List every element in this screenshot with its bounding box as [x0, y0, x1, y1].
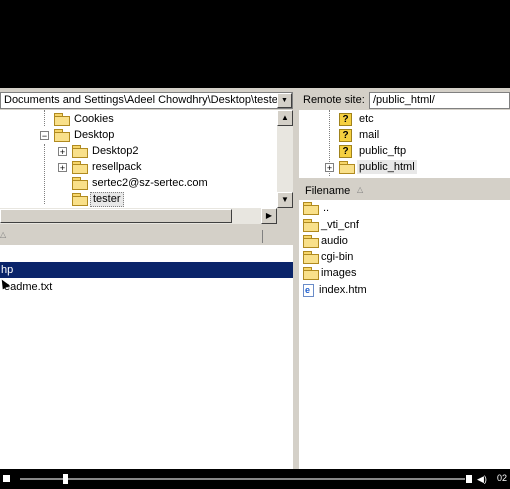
- remote-file-list: .. _vti_cnf audio cgi-bin images e index…: [299, 200, 510, 469]
- local-file-list: hp eadme.txt: [0, 245, 293, 469]
- volume-icon[interactable]: ◀): [477, 474, 487, 485]
- folder-up-icon: [303, 202, 319, 215]
- seek-thumb[interactable]: [62, 474, 68, 484]
- stop-icon[interactable]: [3, 475, 10, 482]
- expand-icon[interactable]: +: [58, 163, 67, 173]
- expand-icon[interactable]: +: [58, 147, 67, 157]
- seek-track[interactable]: [20, 478, 465, 480]
- remote-path-text: /public_html/: [373, 94, 435, 106]
- folder-icon: [303, 267, 319, 280]
- local-tree-hscrollbar[interactable]: ▶: [0, 208, 277, 224]
- folder-icon: [303, 251, 319, 264]
- hscroll-thumb[interactable]: [0, 209, 232, 223]
- folder-icon: [54, 113, 70, 126]
- tree-item-label: sertec2@sz-sertec.com: [92, 177, 208, 189]
- remote-directory-tree: ? etc ? mail ? public_ftp + public_html: [299, 110, 510, 178]
- remote-site-label: Remote site:: [303, 94, 365, 106]
- scroll-up-arrow-icon[interactable]: ▲: [277, 110, 293, 126]
- scroll-right-arrow-icon[interactable]: ▶: [261, 208, 277, 224]
- time-display: 02: [497, 473, 508, 483]
- local-file-list-header[interactable]: △: [0, 228, 293, 246]
- folder-open-icon: [339, 161, 355, 174]
- remote-tree-hscrollbar[interactable]: [299, 178, 510, 182]
- folder-icon: [303, 219, 319, 232]
- column-divider[interactable]: [262, 230, 263, 243]
- collapse-icon[interactable]: −: [40, 131, 49, 141]
- unknown-folder-icon: ?: [339, 145, 352, 158]
- tree-guide: [44, 144, 46, 204]
- expand-icon[interactable]: +: [325, 163, 334, 173]
- scroll-down-arrow-icon[interactable]: ▼: [277, 192, 293, 208]
- video-player-controls: ◀) 02: [0, 469, 510, 489]
- list-item[interactable]: hp: [0, 262, 293, 278]
- tree-item-label: tester: [90, 192, 124, 207]
- sort-arrow-icon: △: [357, 185, 364, 194]
- folder-icon: [72, 177, 88, 190]
- local-path-text: Documents and Settings\Adeel Chowdhry\De…: [4, 94, 285, 106]
- tree-guide: [44, 110, 46, 126]
- scroll-corner: [277, 208, 293, 224]
- folder-icon: [303, 235, 319, 248]
- folder-icon: [72, 161, 88, 174]
- local-directory-tree: Cookies − Desktop + Desktop2 + resellpac…: [0, 110, 277, 208]
- folder-icon: [72, 145, 88, 158]
- tree-item-label: Desktop: [74, 129, 115, 141]
- local-path-dropdown-button[interactable]: ▼: [277, 93, 292, 108]
- local-path-field[interactable]: Documents and Settings\Adeel Chowdhry\De…: [0, 92, 293, 109]
- list-item[interactable]: eadme.txt: [0, 279, 293, 295]
- sort-arrow-icon: △: [0, 230, 7, 239]
- column-filename[interactable]: Filename: [305, 185, 350, 197]
- folder-open-icon: [72, 193, 88, 206]
- html-file-icon: e: [303, 284, 314, 297]
- tree-item-label: Desktop2: [92, 145, 139, 157]
- local-tree-vscrollbar[interactable]: ▲ ▼: [277, 110, 293, 208]
- tree-item-label: Cookies: [74, 113, 114, 125]
- remote-path-field[interactable]: /public_html/: [369, 92, 510, 109]
- remote-file-list-header[interactable]: Filename △: [299, 183, 510, 201]
- unknown-folder-icon: ?: [339, 129, 352, 142]
- folder-open-icon: [54, 129, 70, 142]
- tree-item-label: resellpack: [92, 161, 142, 173]
- unknown-folder-icon: ?: [339, 113, 352, 126]
- seek-end-marker: [466, 475, 472, 483]
